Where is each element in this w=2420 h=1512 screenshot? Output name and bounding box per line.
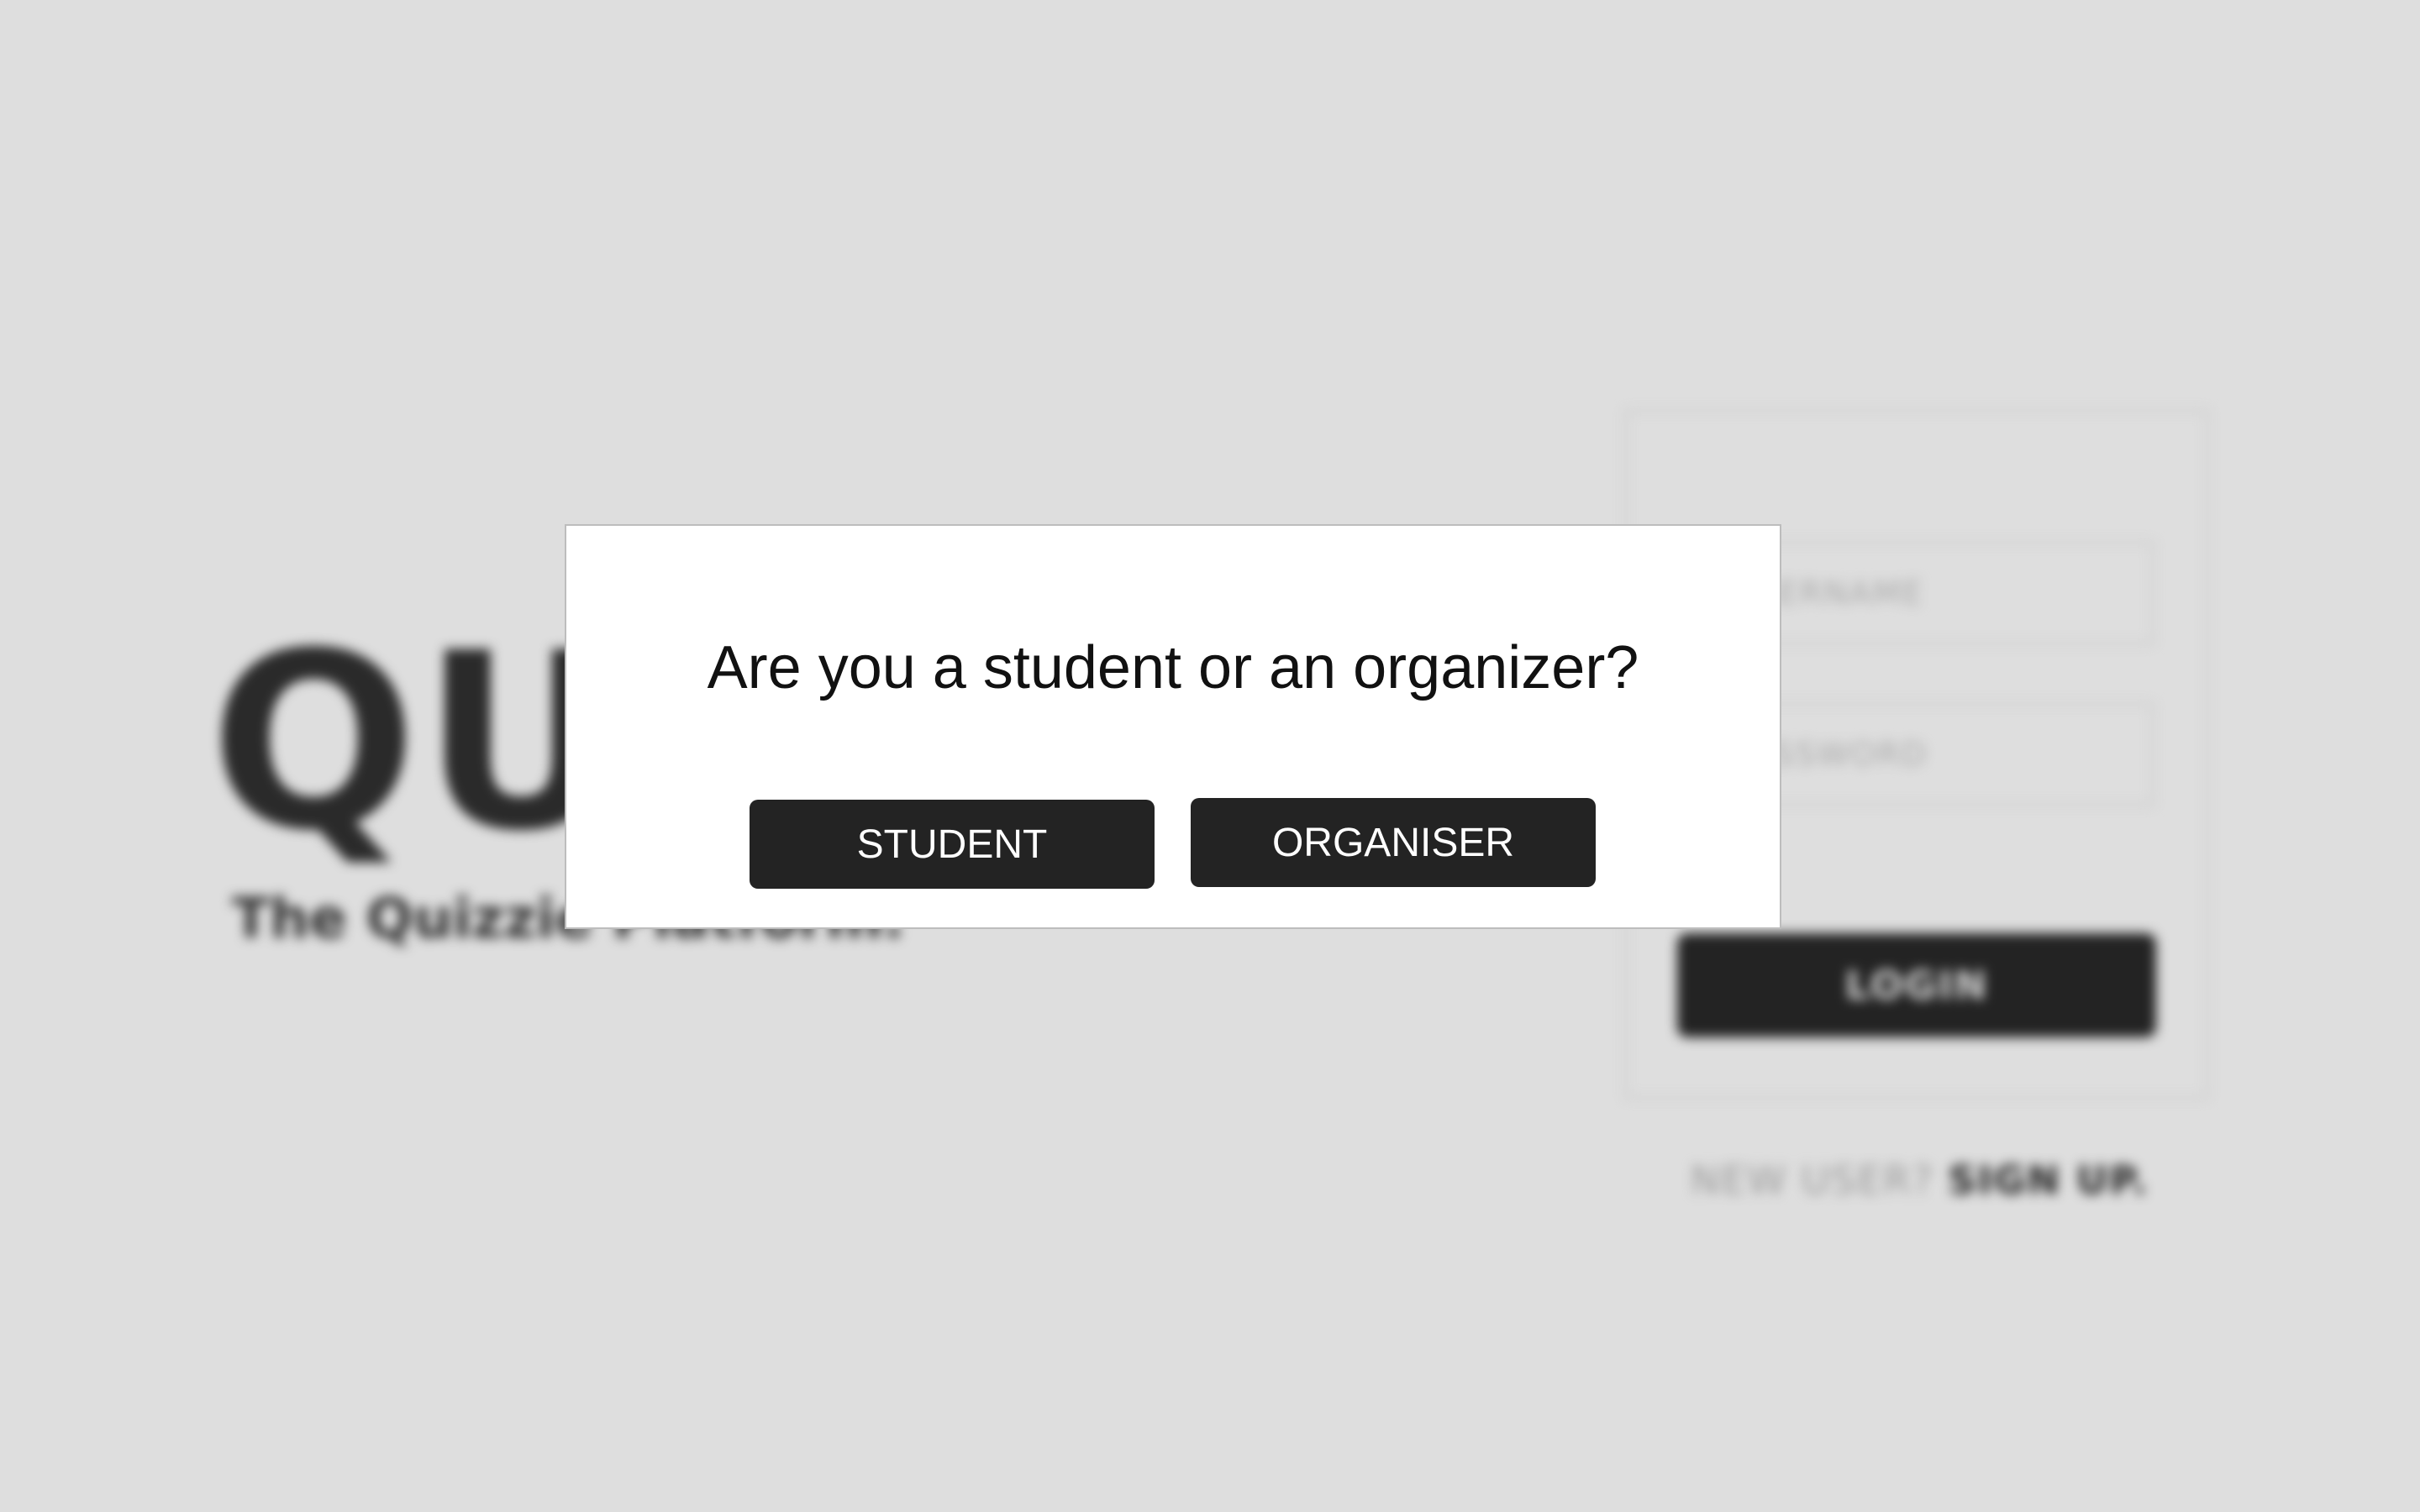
student-button[interactable]: STUDENT xyxy=(750,800,1155,889)
page: QUIZZIE The Quizzie Platform. USERNAME P… xyxy=(0,0,2420,1512)
login-button[interactable]: LOGIN xyxy=(1677,933,2156,1037)
role-selection-modal: Are you a student or an organizer? STUDE… xyxy=(565,524,1781,929)
signup-link[interactable]: SIGN UP. xyxy=(1949,1158,2149,1203)
modal-title: Are you a student or an organizer? xyxy=(707,634,1639,701)
organiser-button[interactable]: ORGANISER xyxy=(1191,798,1596,887)
signup-question: NEW USER? xyxy=(1691,1158,1934,1203)
signup-prompt: NEW USER? SIGN UP. xyxy=(1691,1158,2149,1203)
